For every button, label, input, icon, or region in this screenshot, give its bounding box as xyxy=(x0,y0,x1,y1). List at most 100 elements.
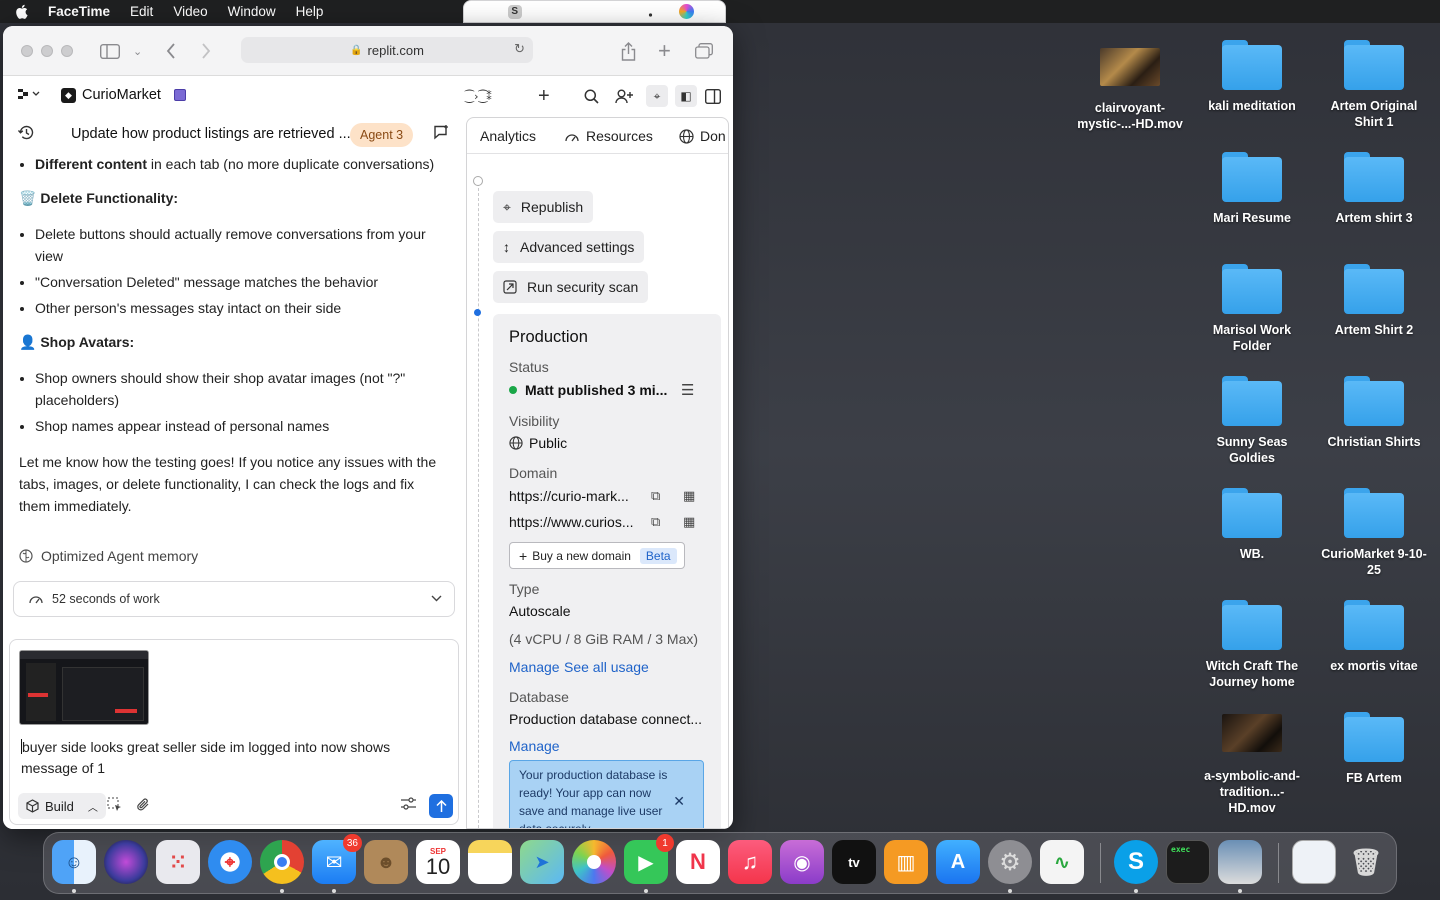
menu-window[interactable]: Window xyxy=(228,4,276,19)
back-arrow-icon[interactable] xyxy=(166,40,176,62)
work-summary-dropdown[interactable]: 52 seconds of work xyxy=(13,581,455,617)
desktop-folder[interactable]: Marisol Work Folder xyxy=(1197,264,1307,354)
desktop-video-file[interactable]: clairvoyant-mystic-...-HD.mov xyxy=(1075,40,1185,132)
app-store-icon[interactable]: A xyxy=(936,840,980,884)
downloads-stack-icon[interactable] xyxy=(1292,840,1336,884)
window-zoom-button[interactable] xyxy=(61,45,73,57)
forward-arrow-icon[interactable] xyxy=(201,40,211,62)
reload-icon[interactable]: ↻ xyxy=(514,41,525,57)
calendar-icon[interactable]: SEP 10 xyxy=(416,840,460,884)
gear-icon[interactable]: ⚙ xyxy=(480,4,492,19)
republish-button[interactable]: ⌖ Republish xyxy=(493,191,594,223)
finder-icon[interactable]: ☺ xyxy=(52,840,96,884)
domain-url-1[interactable]: https://curio-mark... xyxy=(509,488,629,504)
menu-clock[interactable]: Wed Sep 10 7:36 PM xyxy=(714,1,725,22)
see-usage-link[interactable]: See all usage xyxy=(564,659,649,675)
desktop-folder[interactable]: Artem Original Shirt 1 xyxy=(1319,40,1429,130)
history-icon[interactable] xyxy=(17,125,34,144)
spotlight-search-icon[interactable] xyxy=(618,5,631,19)
visibility-value[interactable]: Public xyxy=(509,435,567,451)
desktop-folder[interactable]: WB. xyxy=(1197,488,1307,562)
invite-user-icon[interactable] xyxy=(615,85,633,107)
message-composer[interactable]: buyer side looks great seller side im lo… xyxy=(9,639,459,825)
copy-icon[interactable]: ⧉ xyxy=(651,514,660,530)
desktop-folder[interactable]: Witch Craft The Journey home xyxy=(1197,600,1307,690)
podcasts-icon[interactable]: ◉ xyxy=(780,840,824,884)
mail-icon[interactable]: ✉ 36 xyxy=(312,834,362,884)
skype-icon[interactable]: S xyxy=(1114,840,1158,884)
battery-icon[interactable] xyxy=(537,6,553,17)
window-minimize-button[interactable] xyxy=(41,45,53,57)
system-settings-icon[interactable]: ⚙ xyxy=(988,840,1032,884)
desktop-folder[interactable]: Christian Shirts xyxy=(1319,376,1429,450)
desktop-folder[interactable]: Mari Resume xyxy=(1197,152,1307,226)
desktop-folder[interactable]: FB Artem xyxy=(1319,712,1429,786)
chat-title[interactable]: Update how product listings are retrieve… xyxy=(71,126,351,142)
paperclip-icon[interactable] xyxy=(136,797,150,815)
advanced-settings-button[interactable]: ↕ Advanced settings xyxy=(493,231,645,263)
new-chat-icon[interactable] xyxy=(434,125,450,144)
terminal-icon[interactable]: exec xyxy=(1166,840,1210,884)
sidebar-toggle-icon[interactable] xyxy=(100,40,120,62)
menu-video[interactable]: Video xyxy=(173,4,207,19)
music-icon[interactable]: ♫ xyxy=(728,840,772,884)
send-button[interactable] xyxy=(429,794,453,818)
deploy-tab-icon[interactable]: ⌖ xyxy=(646,85,668,107)
apple-tv-icon[interactable]: tv xyxy=(832,840,876,884)
desktop-folder[interactable]: Sunny Seas Goldies xyxy=(1197,376,1307,466)
settings-sliders-icon[interactable] xyxy=(401,797,416,813)
books-icon[interactable]: ▥ xyxy=(884,840,928,884)
launchpad-icon[interactable]: ⁙ xyxy=(156,840,200,884)
chrome-icon[interactable] xyxy=(260,840,304,884)
tab-analytics[interactable]: Analytics xyxy=(480,128,536,144)
qr-code-icon[interactable]: ▦ xyxy=(683,514,695,530)
tab-overview-icon[interactable] xyxy=(695,40,713,62)
status-value[interactable]: Matt published 3 mi... xyxy=(509,382,667,398)
skype-status-icon[interactable]: S xyxy=(507,4,522,19)
safari-icon[interactable]: ⌖ xyxy=(208,840,252,884)
memory-status[interactable]: Optimized Agent memory xyxy=(19,548,198,564)
photos-icon[interactable] xyxy=(572,840,616,884)
tab-resources[interactable]: Resources xyxy=(564,128,653,144)
domain-url-2[interactable]: https://www.curios... xyxy=(509,514,633,530)
buy-domain-button[interactable]: + Buy a new domain Beta xyxy=(509,542,685,569)
project-name[interactable]: CurioMarket xyxy=(82,87,161,103)
notes-icon[interactable] xyxy=(468,840,512,884)
desktop-folder[interactable]: Artem shirt 3 xyxy=(1319,152,1429,226)
menu-help[interactable]: Help xyxy=(296,4,324,19)
control-center-icon[interactable] xyxy=(646,5,663,19)
window-close-button[interactable] xyxy=(21,45,33,57)
add-tab-icon[interactable]: + xyxy=(538,85,550,107)
apple-menu-icon[interactable] xyxy=(14,4,28,20)
build-mode-button[interactable]: Build ︿ xyxy=(18,793,106,819)
menu-edit[interactable]: Edit xyxy=(130,4,153,19)
maps-icon[interactable]: ➤ xyxy=(520,840,564,884)
siri-app-icon[interactable] xyxy=(104,840,148,884)
database-tab-icon[interactable]: ◧ xyxy=(675,85,697,107)
copy-icon[interactable]: ⧉ xyxy=(651,488,660,504)
contacts-icon[interactable]: ☻ xyxy=(364,840,408,884)
siri-icon[interactable] xyxy=(678,4,694,19)
wifi-icon[interactable] xyxy=(556,5,572,19)
desktop-folder[interactable]: Artem Shirt 2 xyxy=(1319,264,1429,338)
desktop-folder[interactable]: kali meditation xyxy=(1197,40,1307,114)
security-scan-button[interactable]: Run security scan xyxy=(493,271,649,303)
list-icon[interactable]: ☰ xyxy=(681,381,694,399)
select-element-icon[interactable] xyxy=(107,797,122,815)
trash-icon[interactable]: 🗑 xyxy=(1344,840,1388,884)
desktop-folder[interactable]: CurioMarket 9-10-25 xyxy=(1319,488,1429,578)
close-icon[interactable]: ✕ xyxy=(673,792,685,810)
new-tab-icon[interactable]: + xyxy=(658,38,671,63)
chevron-down-icon[interactable]: ⌄ xyxy=(133,40,142,62)
manage-link[interactable]: Manage xyxy=(509,659,560,675)
replit-logo-icon[interactable] xyxy=(18,88,40,103)
desktop-video-file[interactable]: a-symbolic-and-tradition...-HD.mov xyxy=(1197,706,1307,816)
database-manage-link[interactable]: Manage xyxy=(509,738,560,754)
facetime-icon[interactable]: ▶ 1 xyxy=(624,834,674,884)
address-bar[interactable]: 🔒 replit.com ↻ xyxy=(241,37,533,63)
agent-badge[interactable]: Agent 3 xyxy=(350,123,414,147)
share-icon[interactable] xyxy=(621,40,636,62)
news-icon[interactable]: N xyxy=(676,840,720,884)
tab-domains[interactable]: Don xyxy=(679,128,726,144)
menu-app-name[interactable]: FaceTime xyxy=(48,4,110,19)
